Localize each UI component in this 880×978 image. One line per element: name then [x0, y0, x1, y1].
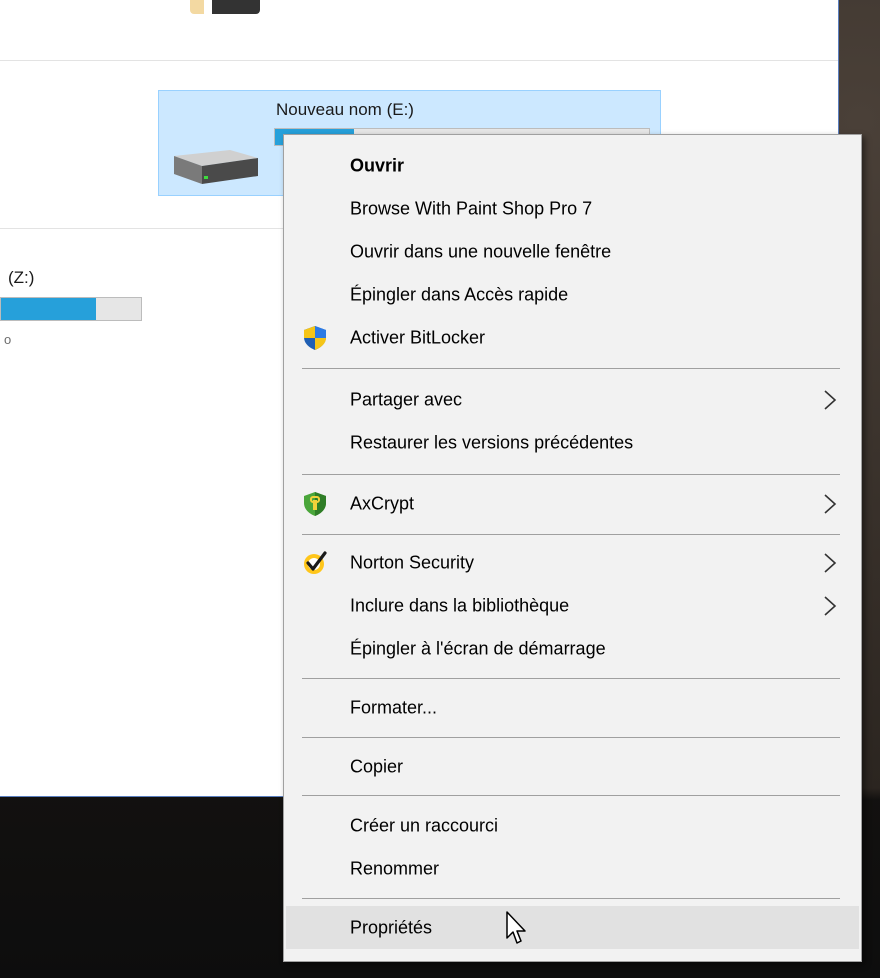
- chevron-right-icon: [824, 389, 837, 410]
- menu-item-label: Browse With Paint Shop Pro 7: [350, 198, 593, 218]
- menu-item-label: Créer un raccourci: [350, 815, 499, 835]
- menu-item-label: Activer BitLocker: [350, 327, 486, 347]
- menu-item-label: Copier: [350, 756, 404, 776]
- menu-item-copier[interactable]: Copier: [286, 745, 859, 788]
- menu-item-norton-security[interactable]: Norton Security: [286, 541, 859, 584]
- menu-separator: [302, 898, 840, 899]
- menu-item-label: Partager avec: [350, 389, 463, 409]
- menu-item-label: Formater...: [350, 697, 438, 717]
- menu-item-inclure-bibliotheque[interactable]: Inclure dans la bibliothèque: [286, 584, 859, 627]
- chevron-right-icon: [824, 493, 837, 514]
- menu-item-label: Ouvrir: [350, 155, 405, 175]
- menu-item-activer-bitlocker[interactable]: Activer BitLocker: [286, 316, 859, 359]
- shield-icon: [304, 325, 326, 350]
- menu-item-label: Restaurer les versions précédentes: [350, 432, 634, 452]
- menu-item-pin-start[interactable]: Épingler à l'écran de démarrage: [286, 627, 859, 670]
- folder-icon: [190, 0, 260, 14]
- menu-item-label: Épingler à l'écran de démarrage: [350, 638, 606, 658]
- chevron-right-icon: [824, 595, 837, 616]
- menu-item-label: Renommer: [350, 858, 440, 878]
- menu-separator: [302, 534, 840, 535]
- menu-item-partager-avec[interactable]: Partager avec: [286, 378, 859, 421]
- menu-separator: [302, 737, 840, 738]
- menu-separator: [302, 678, 840, 679]
- menu-item-renommer[interactable]: Renommer: [286, 847, 859, 890]
- drive-e-name: Nouveau nom (E:): [276, 100, 414, 119]
- menu-item-formater[interactable]: Formater...: [286, 686, 859, 729]
- norton-icon: [304, 550, 327, 574]
- hard-drive-icon: [174, 150, 258, 184]
- context-menu: Ouvrir Browse With Paint Shop Pro 7 Ouvr…: [283, 134, 862, 962]
- drive-z-usage-fill: [1, 298, 97, 320]
- menu-item-label: Norton Security: [350, 552, 475, 572]
- menu-separator: [302, 368, 840, 369]
- menu-item-label: AxCrypt: [350, 493, 415, 513]
- menu-item-open-new-window[interactable]: Ouvrir dans une nouvelle fenêtre: [286, 230, 859, 273]
- menu-item-pin-quick-access[interactable]: Épingler dans Accès rapide: [286, 273, 859, 316]
- menu-item-label: Ouvrir dans une nouvelle fenêtre: [350, 241, 612, 261]
- menu-separator: [302, 474, 840, 475]
- menu-item-label: Inclure dans la bibliothèque: [350, 595, 570, 615]
- menu-separator: [302, 795, 840, 796]
- explorer-top-strip: [0, 0, 838, 14]
- chevron-right-icon: [824, 552, 837, 573]
- drive-z-name: (Z:): [8, 268, 35, 287]
- menu-item-axcrypt[interactable]: AxCrypt: [286, 482, 859, 525]
- menu-item-creer-raccourci[interactable]: Créer un raccourci: [286, 804, 859, 847]
- drive-z-subtext: o: [4, 332, 12, 347]
- menu-item-label: Propriétés: [350, 917, 433, 937]
- mouse-cursor-icon: [506, 911, 526, 944]
- menu-item-restaurer-versions[interactable]: Restaurer les versions précédentes: [286, 421, 859, 464]
- section-divider: [0, 60, 838, 61]
- menu-item-proprietes[interactable]: Propriétés: [286, 906, 859, 949]
- menu-item-label: Épingler dans Accès rapide: [350, 284, 569, 304]
- menu-item-browse-paint-shop-pro[interactable]: Browse With Paint Shop Pro 7: [286, 187, 859, 230]
- axcrypt-icon: [304, 491, 326, 516]
- menu-item-ouvrir[interactable]: Ouvrir: [286, 144, 859, 187]
- drive-z-usage-bar: [0, 297, 142, 321]
